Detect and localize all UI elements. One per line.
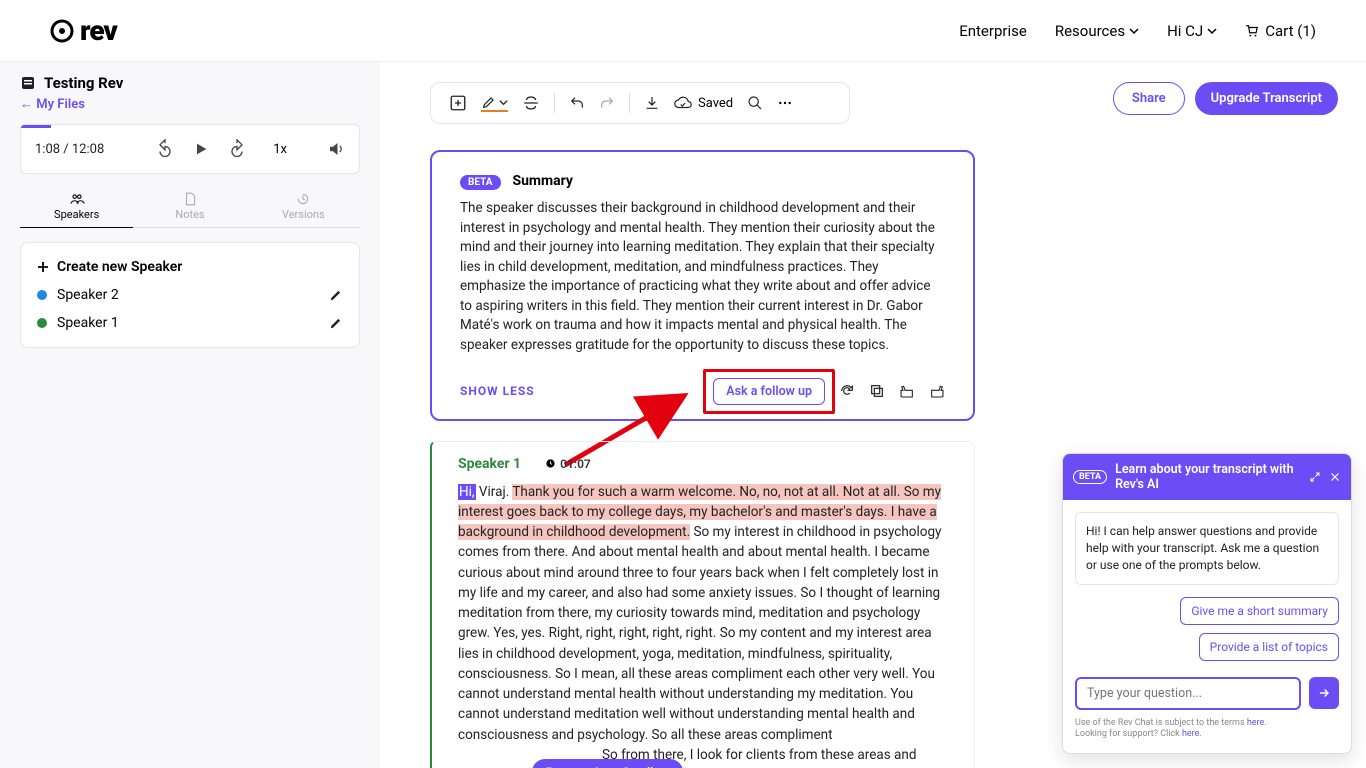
sidebar: Testing Rev ← My Files 1:08 / 12:08 1x S…: [0, 62, 380, 768]
brand-logo[interactable]: rev: [50, 14, 117, 47]
people-icon: [69, 192, 85, 206]
rev-ai-chat: BETA Learn about your transcript with Re…: [1062, 453, 1352, 754]
app-header: rev Enterprise Resources Hi CJ Cart (1): [0, 0, 1366, 62]
save-status: Saved: [674, 94, 733, 112]
download-icon[interactable]: [644, 95, 660, 111]
brand-text: rev: [80, 14, 117, 47]
rewind-icon[interactable]: [155, 139, 175, 159]
summary-actions: Ask a follow up: [713, 378, 945, 405]
player-time: 1:08 / 12:08: [35, 142, 104, 157]
share-button[interactable]: Share: [1113, 82, 1185, 115]
cloud-icon: [674, 94, 692, 112]
chat-header: BETA Learn about your transcript with Re…: [1063, 454, 1351, 500]
create-speaker-button[interactable]: Create new Speaker: [37, 253, 343, 281]
play-icon[interactable]: [193, 141, 209, 157]
beta-badge: BETA: [460, 175, 501, 190]
summary-card: BETA Summary The speaker discusses their…: [430, 150, 975, 421]
transcript-speaker[interactable]: Speaker 1: [458, 456, 521, 472]
more-icon[interactable]: [777, 95, 793, 111]
tab-speakers[interactable]: Speakers: [20, 184, 133, 228]
speaker-row: Speaker 1: [37, 309, 343, 337]
transcript-segment: Speaker 1 01:07 Hi, Viraj. Thank you for…: [430, 441, 975, 768]
nav-enterprise[interactable]: Enterprise: [959, 22, 1027, 40]
player-progress[interactable]: [21, 125, 51, 128]
refresh-icon[interactable]: [839, 383, 855, 399]
top-actions: Share Upgrade Transcript: [1113, 82, 1338, 115]
chat-prompt-topics[interactable]: Provide a list of topics: [1199, 633, 1339, 661]
strikethrough-icon[interactable]: [522, 94, 540, 112]
show-less-button[interactable]: SHOW LESS: [460, 384, 535, 398]
speaker-color-dot: [37, 290, 47, 300]
add-note-icon[interactable]: [449, 94, 467, 112]
volume-icon[interactable]: [327, 140, 345, 158]
beta-badge-small: BETA: [1073, 470, 1107, 484]
speaker-name: Speaker 1: [57, 315, 119, 331]
chat-prompt-summary[interactable]: Give me a short summary: [1180, 597, 1339, 625]
chat-send-button[interactable]: [1309, 677, 1339, 709]
thumbs-down-icon[interactable]: [899, 383, 915, 399]
close-icon[interactable]: [1329, 471, 1341, 483]
highlight-button[interactable]: [481, 94, 508, 112]
pencil-icon[interactable]: [329, 288, 343, 302]
audio-player: 1:08 / 12:08 1x: [20, 124, 360, 174]
pencil-icon[interactable]: [329, 316, 343, 330]
chevron-down-icon: [1207, 26, 1217, 36]
summary-title: Summary: [512, 173, 573, 189]
copy-icon[interactable]: [869, 383, 885, 399]
thumbs-up-icon[interactable]: [929, 383, 945, 399]
speaker-color-dot: [37, 318, 47, 328]
highlighter-icon: [481, 94, 497, 110]
clock-icon: [545, 458, 556, 469]
nav-greeting[interactable]: Hi CJ: [1167, 22, 1217, 40]
rev-logo-icon: [50, 19, 74, 43]
chevron-down-icon: [499, 98, 508, 107]
cart-icon: [1245, 24, 1259, 38]
search-icon[interactable]: [747, 95, 763, 111]
chat-support-link[interactable]: here: [1182, 729, 1199, 739]
arrow-right-icon: [1317, 686, 1331, 700]
redo-icon[interactable]: [599, 95, 615, 111]
document-icon: [20, 75, 36, 91]
expand-icon[interactable]: [1309, 471, 1321, 483]
chat-terms-link[interactable]: here: [1247, 718, 1264, 728]
plus-icon: [37, 261, 49, 273]
transcript-text[interactable]: Hi, Viraj. Thank you for such a warm wel…: [458, 482, 948, 768]
annotation-box: [703, 369, 835, 414]
editor-toolbar: Saved: [430, 82, 850, 124]
chat-footer: Use of the Rev Chat is subject to the te…: [1075, 718, 1339, 741]
chat-title: Learn about your transcript with Rev's A…: [1115, 462, 1301, 492]
notes-icon: [183, 192, 197, 206]
history-icon: [296, 192, 310, 206]
playback-speed[interactable]: 1x: [273, 142, 287, 157]
speakers-panel: Create new Speaker Speaker 2 Speaker 1: [20, 242, 360, 348]
chat-input[interactable]: [1075, 677, 1301, 710]
page-title: Testing Rev: [44, 74, 123, 92]
summary-body: The speaker discusses their background i…: [460, 199, 945, 356]
speaker-row: Speaker 2: [37, 281, 343, 309]
upgrade-button[interactable]: Upgrade Transcript: [1195, 82, 1338, 115]
forward-icon[interactable]: [227, 139, 247, 159]
header-nav: Enterprise Resources Hi CJ Cart (1): [959, 22, 1316, 40]
undo-icon[interactable]: [569, 95, 585, 111]
speaker-name: Speaker 2: [57, 287, 119, 303]
sidebar-tabs: Speakers Notes Versions: [20, 184, 360, 228]
nav-cart[interactable]: Cart (1): [1245, 22, 1316, 40]
tab-versions[interactable]: Versions: [247, 184, 360, 228]
chat-greeting: Hi! I can help answer questions and prov…: [1075, 512, 1339, 584]
resume-autoscroll-button[interactable]: Resume Auto-Scroll: [532, 759, 683, 768]
nav-resources[interactable]: Resources: [1055, 22, 1139, 40]
back-link[interactable]: ← My Files: [20, 96, 360, 112]
transcript-timestamp[interactable]: 01:07: [545, 457, 591, 471]
chevron-down-icon: [1129, 26, 1139, 36]
tab-notes[interactable]: Notes: [133, 184, 246, 228]
